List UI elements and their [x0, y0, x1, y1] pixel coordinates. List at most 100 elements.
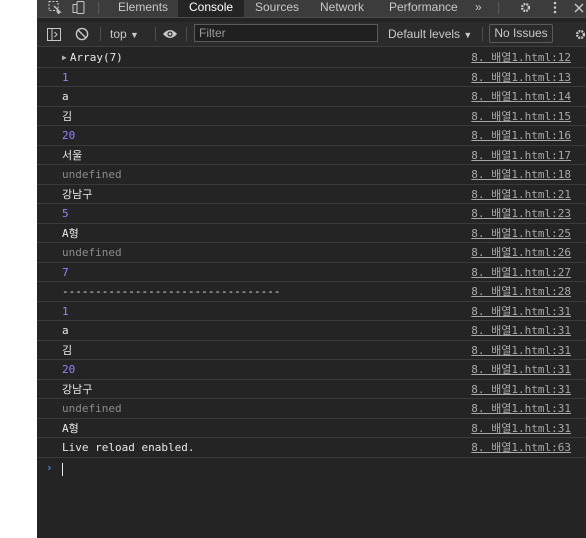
source-link[interactable]: 8. 배열1.html:23 [471, 204, 571, 223]
source-link[interactable]: 8. 배열1.html:25 [471, 224, 571, 243]
console-message-text: 20 [62, 360, 75, 379]
console-message-text: 강남구 [62, 380, 92, 399]
more-tabs-chevron-icon[interactable]: » [475, 0, 482, 17]
console-settings-gear-icon[interactable] [572, 26, 586, 42]
console-message-row: 20 8. 배열1.html:31 [37, 360, 586, 380]
message-value: 김 [62, 343, 73, 357]
console-message-text: a [62, 87, 69, 106]
console-message-row: 서울 8. 배열1.html:17 [37, 146, 586, 165]
console-message-text: 김 [62, 341, 72, 360]
console-message-row: undefined 8. 배열1.html:31 [37, 399, 586, 419]
source-link[interactable]: 8. 배열1.html:31 [471, 399, 571, 418]
tab-bar-divider [498, 2, 499, 14]
console-message-row: 1 8. 배열1.html:13 [37, 68, 586, 87]
message-value: Array(7) [69, 51, 123, 64]
message-value: 7 [62, 265, 69, 279]
console-message-row: undefined 8. 배열1.html:18 [37, 165, 586, 185]
message-value: 5 [62, 207, 69, 220]
source-link[interactable]: 8. 배열1.html:31 [471, 341, 571, 360]
message-value: undefined [62, 168, 122, 181]
tab-elements[interactable]: Elements [118, 0, 168, 17]
close-devtools-icon[interactable] [572, 0, 586, 15]
source-link[interactable]: 8. 배열1.html:31 [471, 380, 571, 399]
message-value: 강남구 [62, 187, 93, 201]
console-message-text: a [62, 321, 69, 340]
console-prompt[interactable]: › [37, 458, 586, 480]
context-selector[interactable]: top ▼ [110, 27, 139, 41]
console-message-row: --------------------------------- 8. 배열1.… [37, 282, 586, 302]
source-link[interactable]: 8. 배열1.html:31 [471, 419, 571, 438]
filter-input[interactable] [194, 24, 378, 42]
message-value: A형 [62, 421, 79, 435]
source-link[interactable]: 8. 배열1.html:14 [471, 87, 571, 106]
prompt-chevron-icon: › [46, 460, 53, 474]
expand-triangle-icon[interactable]: ▶ [62, 48, 67, 67]
source-link[interactable]: 8. 배열1.html:17 [471, 146, 571, 165]
console-message-text: 5 [62, 204, 69, 223]
message-value: a [62, 90, 69, 103]
console-message-text: 1 [62, 302, 69, 321]
settings-gear-icon[interactable] [517, 0, 533, 15]
console-message-text: 김 [62, 107, 72, 126]
console-message-text: A형 [62, 419, 79, 438]
toolbar-divider [186, 27, 187, 41]
message-value: 김 [62, 109, 73, 123]
text-caret [62, 462, 63, 476]
issues-button[interactable]: No Issues [489, 24, 553, 43]
console-message-row: ▶ Array(7) 8. 배열1.html:12 [37, 48, 586, 68]
console-message-row: 강남구 8. 배열1.html:31 [37, 380, 586, 399]
tab-bar-divider [98, 2, 99, 14]
source-link[interactable]: 8. 배열1.html:18 [471, 165, 571, 184]
source-link[interactable]: 8. 배열1.html:15 [471, 107, 571, 126]
console-message-row: a 8. 배열1.html:14 [37, 87, 586, 107]
console-message-text: undefined [62, 243, 122, 262]
console-message-row: 5 8. 배열1.html:23 [37, 204, 586, 224]
source-link[interactable]: 8. 배열1.html:27 [471, 263, 571, 282]
tab-performance[interactable]: Performance [389, 0, 458, 17]
tab-sources[interactable]: Sources [255, 0, 299, 17]
console-message-row: A형 8. 배열1.html:25 [37, 224, 586, 243]
source-link[interactable]: 8. 배열1.html:13 [471, 68, 571, 87]
clear-console-icon[interactable] [74, 26, 90, 42]
live-expression-eye-icon[interactable] [161, 26, 179, 42]
source-link[interactable]: 8. 배열1.html:31 [471, 321, 571, 340]
console-message-text: 7 [62, 263, 69, 282]
console-object-value[interactable]: ▶ Array(7) [62, 48, 123, 67]
console-message-row: 강남구 8. 배열1.html:21 [37, 185, 586, 204]
console-message-row: a 8. 배열1.html:31 [37, 321, 586, 341]
console-message-text: 강남구 [62, 185, 92, 204]
show-sidebar-icon[interactable] [46, 26, 62, 42]
source-link[interactable]: 8. 배열1.html:28 [471, 282, 571, 301]
console-message-row: A형 8. 배열1.html:31 [37, 419, 586, 438]
devtools-panel: Elements Console Sources Network Perform… [37, 0, 586, 538]
console-message-text: 1 [62, 68, 69, 87]
message-value: 1 [62, 70, 69, 84]
message-value: undefined [62, 246, 122, 259]
console-toolbar: top ▼ Default levels ▼ No Issues [37, 22, 586, 47]
source-link[interactable]: 8. 배열1.html:21 [471, 185, 571, 204]
toolbar-divider [155, 27, 156, 41]
console-message-text: A형 [62, 224, 79, 243]
message-value: 1 [62, 304, 69, 318]
console-message-text: --------------------------------- [62, 282, 281, 301]
source-link[interactable]: 8. 배열1.html:26 [471, 243, 571, 262]
toolbar-divider [482, 27, 483, 41]
message-value: undefined [62, 402, 122, 415]
levels-dropdown-caret-icon: ▼ [463, 30, 473, 40]
source-link[interactable]: 8. 배열1.html:63 [471, 438, 571, 457]
source-link[interactable]: 8. 배열1.html:12 [471, 48, 571, 67]
console-message-row: 김 8. 배열1.html:31 [37, 341, 586, 360]
tab-console[interactable]: Console [178, 0, 245, 17]
inspect-element-icon[interactable] [47, 0, 63, 15]
device-toolbar-icon[interactable] [71, 0, 87, 15]
source-link[interactable]: 8. 배열1.html:31 [471, 360, 571, 379]
console-message-row: 7 8. 배열1.html:27 [37, 263, 586, 282]
tab-network[interactable]: Network [320, 0, 364, 17]
source-link[interactable]: 8. 배열1.html:16 [471, 126, 571, 145]
console-message-text: undefined [62, 165, 122, 184]
source-link[interactable]: 8. 배열1.html:31 [471, 302, 571, 321]
console-message-text: Live reload enabled. [62, 438, 194, 457]
more-options-kebab-icon[interactable] [547, 0, 563, 15]
context-label: top [110, 27, 127, 41]
log-levels-dropdown[interactable]: Default levels ▼ [388, 27, 472, 41]
